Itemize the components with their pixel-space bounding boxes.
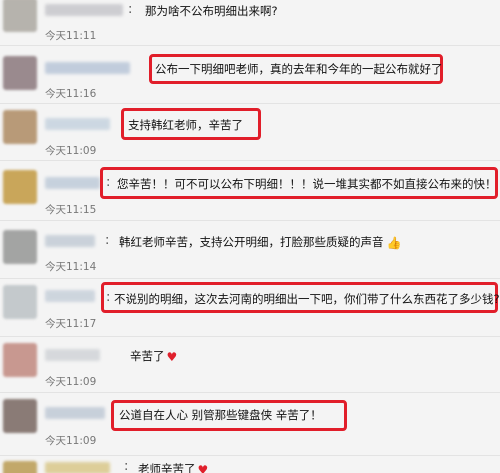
comment-text: 老师辛苦了 ♥ bbox=[138, 462, 208, 473]
comment-item: : 韩红老师辛苦，支持公开明细，打脸那些质疑的声音 👍 今天11:14 bbox=[0, 221, 500, 275]
comment-time: 今天11:09 bbox=[45, 145, 97, 157]
comment-item: 公道自在人心 别管那些键盘侠 辛苦了！ 今天11:09 bbox=[0, 393, 500, 451]
comment-text-content: 韩红老师辛苦，支持公开明细，打脸那些质疑的声音 bbox=[119, 235, 384, 249]
avatar[interactable] bbox=[3, 399, 37, 433]
comment-text: 不说别的明细，这次去河南的明细出一下吧，你们带了什么东西花了多少钱? bbox=[114, 292, 500, 306]
comment-time: 今天11:09 bbox=[45, 376, 97, 388]
heart-icon: ♥ bbox=[166, 350, 178, 364]
name-separator: : bbox=[106, 175, 111, 190]
comment-time: 今天11:16 bbox=[45, 88, 97, 100]
name-separator: : bbox=[124, 459, 129, 473]
username-blurred[interactable] bbox=[45, 235, 95, 247]
username-blurred[interactable] bbox=[45, 407, 105, 419]
comment-time: 今天11:11 bbox=[45, 30, 97, 42]
name-separator: : bbox=[106, 290, 111, 305]
comment-item: 辛苦了 ♥ 今天11:09 bbox=[0, 337, 500, 390]
avatar[interactable] bbox=[3, 343, 37, 377]
username-blurred[interactable] bbox=[45, 4, 123, 16]
avatar[interactable] bbox=[3, 230, 37, 264]
avatar[interactable] bbox=[3, 110, 37, 144]
comment-text: 辛苦了 ♥ bbox=[130, 349, 177, 364]
comment-text-content: 辛苦了 bbox=[130, 349, 165, 363]
name-separator: : bbox=[105, 233, 110, 248]
username-blurred[interactable] bbox=[45, 62, 130, 74]
comment-time: 今天11:15 bbox=[45, 204, 97, 216]
thumbs-up-icon: 👍 bbox=[386, 236, 402, 250]
avatar[interactable] bbox=[3, 56, 37, 90]
comment-time: 今天11:17 bbox=[45, 318, 97, 330]
comment-time: 今天11:09 bbox=[45, 435, 97, 447]
avatar[interactable] bbox=[3, 285, 37, 319]
comment-text: 您辛苦！！可不可以公布下明细！！！说一堆其实都不如直接公布来的快！ bbox=[117, 177, 497, 191]
username-blurred[interactable] bbox=[45, 177, 100, 189]
comment-text: 那为啥不公布明细出来啊? bbox=[145, 4, 278, 18]
comment-text-content: 老师辛苦了 bbox=[138, 462, 196, 473]
username-blurred[interactable] bbox=[45, 462, 110, 473]
comment-item: : 老师辛苦了 ♥ bbox=[0, 456, 500, 473]
comment-item: : 不说别的明细，这次去河南的明细出一下吧，你们带了什么东西花了多少钱? 今天1… bbox=[0, 279, 500, 334]
username-blurred[interactable] bbox=[45, 349, 100, 361]
avatar[interactable] bbox=[3, 0, 37, 32]
comment-item: : 您辛苦！！可不可以公布下明细！！！说一堆其实都不如直接公布来的快！ 今天11… bbox=[0, 161, 500, 217]
name-separator: : bbox=[128, 2, 133, 17]
comment-text: 公道自在人心 别管那些键盘侠 辛苦了！ bbox=[119, 408, 322, 422]
username-blurred[interactable] bbox=[45, 290, 95, 302]
username-blurred[interactable] bbox=[45, 118, 110, 130]
comment-item: : 那为啥不公布明细出来啊? 今天11:11 bbox=[0, 0, 500, 44]
comment-text: 韩红老师辛苦，支持公开明细，打脸那些质疑的声音 👍 bbox=[119, 235, 401, 250]
comment-time: 今天11:14 bbox=[45, 261, 97, 273]
avatar[interactable] bbox=[3, 461, 37, 473]
comment-item: 公布一下明细吧老师，真的去年和今年的一起公布就好了 今天11:16 bbox=[0, 46, 500, 102]
comment-text: 公布一下明细吧老师，真的去年和今年的一起公布就好了 bbox=[155, 62, 443, 76]
comment-item: 支持韩红老师，辛苦了 今天11:09 bbox=[0, 104, 500, 158]
comment-text: 支持韩红老师，辛苦了 bbox=[128, 118, 243, 132]
avatar[interactable] bbox=[3, 170, 37, 204]
heart-icon: ♥ bbox=[197, 463, 209, 473]
